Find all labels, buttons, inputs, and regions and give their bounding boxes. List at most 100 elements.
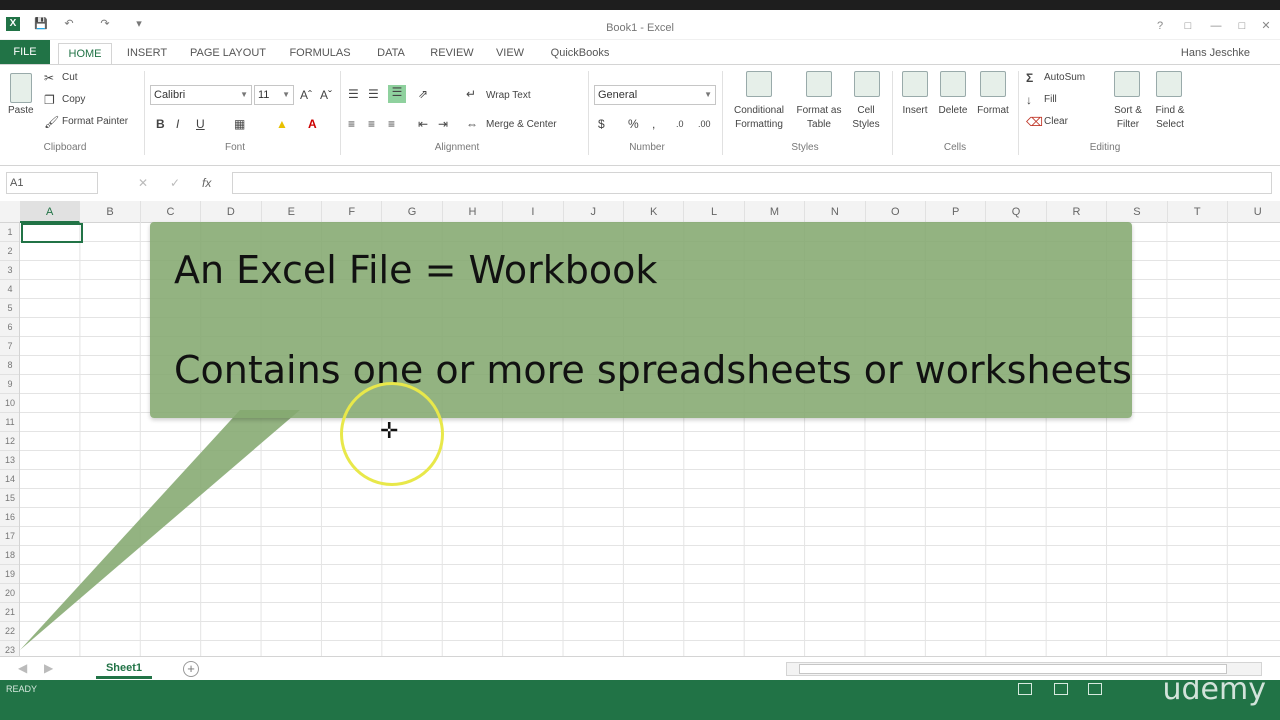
align-center-icon[interactable]: ≡ bbox=[368, 117, 375, 131]
column-header[interactable]: M bbox=[745, 201, 806, 223]
column-header[interactable]: B bbox=[80, 201, 141, 223]
align-middle-icon[interactable]: ☰ bbox=[368, 87, 379, 101]
cut-button[interactable]: Cut bbox=[62, 72, 78, 83]
insert-cells-button[interactable]: Insert bbox=[900, 105, 930, 116]
column-header[interactable]: D bbox=[201, 201, 262, 223]
grow-font-icon[interactable]: Aˆ bbox=[300, 88, 312, 102]
column-header[interactable]: T bbox=[1168, 201, 1228, 223]
delete-cells-icon[interactable] bbox=[940, 71, 966, 97]
row-header[interactable]: 3 bbox=[0, 261, 19, 280]
row-header[interactable]: 8 bbox=[0, 356, 19, 375]
decrease-decimal-icon[interactable]: .00 bbox=[698, 117, 711, 131]
align-right-icon[interactable]: ≡ bbox=[388, 117, 395, 131]
increase-indent-icon[interactable]: ⇥ bbox=[438, 117, 448, 131]
font-name-select[interactable]: Calibri ▼ bbox=[150, 85, 252, 105]
column-header[interactable]: A bbox=[20, 201, 81, 223]
sort-filter-icon[interactable] bbox=[1114, 71, 1140, 97]
bold-button[interactable]: B bbox=[156, 117, 165, 131]
paste-button[interactable]: Paste bbox=[8, 105, 34, 116]
column-header[interactable]: C bbox=[141, 201, 202, 223]
row-header[interactable]: 5 bbox=[0, 299, 19, 318]
column-header[interactable]: H bbox=[443, 201, 504, 223]
column-header[interactable]: U bbox=[1228, 201, 1280, 223]
column-header[interactable]: R bbox=[1047, 201, 1108, 223]
row-header[interactable]: 2 bbox=[0, 242, 19, 261]
scroll-right-icon[interactable]: ▶ bbox=[44, 661, 53, 675]
row-header[interactable]: 4 bbox=[0, 280, 19, 299]
add-sheet-icon[interactable]: + bbox=[183, 661, 199, 677]
autosum-button[interactable]: AutoSum bbox=[1044, 72, 1085, 83]
minimize-icon[interactable]: — bbox=[1206, 18, 1226, 34]
format-as-table-icon[interactable] bbox=[806, 71, 832, 97]
column-header[interactable]: S bbox=[1107, 201, 1168, 223]
find-select-button[interactable]: Find & bbox=[1150, 105, 1190, 116]
column-header[interactable]: F bbox=[322, 201, 383, 223]
format-painter-button[interactable]: Format Painter bbox=[62, 116, 128, 127]
column-header[interactable]: Q bbox=[986, 201, 1047, 223]
format-cells-icon[interactable] bbox=[980, 71, 1006, 97]
tab-quickbooks[interactable]: QuickBooks bbox=[544, 43, 616, 64]
page-break-view-icon[interactable] bbox=[1088, 683, 1102, 695]
tab-insert[interactable]: INSERT bbox=[122, 43, 172, 64]
tab-data[interactable]: DATA bbox=[368, 43, 414, 64]
user-name[interactable]: Hans Jeschke bbox=[1181, 47, 1250, 59]
align-left-icon[interactable]: ≡ bbox=[348, 117, 355, 131]
merge-center-button[interactable]: Merge & Center bbox=[486, 119, 557, 130]
increase-decimal-icon[interactable]: .0 bbox=[676, 117, 684, 131]
orientation-icon[interactable]: ⇗ bbox=[418, 87, 428, 101]
align-top-icon[interactable]: ☰ bbox=[348, 87, 359, 101]
column-header[interactable]: L bbox=[684, 201, 745, 223]
name-box[interactable]: A1 bbox=[6, 172, 98, 194]
sheet-tab-sheet1[interactable]: Sheet1 bbox=[96, 657, 152, 679]
font-color-icon[interactable]: A bbox=[308, 117, 317, 131]
conditional-formatting-icon[interactable] bbox=[746, 71, 772, 97]
percent-button[interactable]: % bbox=[628, 117, 639, 131]
column-header[interactable]: J bbox=[564, 201, 624, 223]
row-header[interactable]: 1 bbox=[0, 223, 19, 242]
sort-filter-button[interactable]: Sort & bbox=[1108, 105, 1148, 116]
tab-page-layout[interactable]: PAGE LAYOUT bbox=[184, 43, 272, 64]
italic-button[interactable]: I bbox=[176, 117, 179, 131]
column-header[interactable]: P bbox=[926, 201, 987, 223]
format-cells-button[interactable]: Format bbox=[974, 105, 1012, 116]
conditional-formatting-button[interactable]: Conditional bbox=[728, 105, 790, 116]
clear-button[interactable]: Clear bbox=[1044, 116, 1068, 127]
tab-formulas[interactable]: FORMULAS bbox=[284, 43, 356, 64]
row-header[interactable]: 7 bbox=[0, 337, 19, 356]
page-layout-view-icon[interactable] bbox=[1054, 683, 1068, 695]
column-header[interactable]: K bbox=[624, 201, 685, 223]
insert-function-button[interactable]: fx bbox=[202, 176, 211, 190]
decrease-indent-icon[interactable]: ⇤ bbox=[418, 117, 428, 131]
column-header[interactable]: O bbox=[866, 201, 926, 223]
borders-icon[interactable]: ▦ bbox=[234, 117, 245, 131]
help-icon[interactable]: ? bbox=[1150, 18, 1170, 34]
formula-input[interactable] bbox=[232, 172, 1272, 194]
find-select-icon[interactable] bbox=[1156, 71, 1182, 97]
align-bottom-icon[interactable]: ☰ bbox=[388, 85, 406, 103]
delete-cells-button[interactable]: Delete bbox=[936, 105, 970, 116]
maximize-icon[interactable]: □ bbox=[1232, 18, 1252, 34]
column-header[interactable]: I bbox=[503, 201, 564, 223]
tab-review[interactable]: REVIEW bbox=[424, 43, 480, 64]
cell-styles-button[interactable]: Cell bbox=[848, 105, 884, 116]
shrink-font-icon[interactable]: Aˇ bbox=[320, 88, 332, 102]
row-header[interactable]: 6 bbox=[0, 318, 19, 337]
currency-button[interactable]: $ bbox=[598, 117, 605, 131]
row-header[interactable]: 9 bbox=[0, 375, 19, 394]
cell-styles-icon[interactable] bbox=[854, 71, 880, 97]
tab-view[interactable]: VIEW bbox=[490, 43, 530, 64]
tab-home[interactable]: HOME bbox=[58, 43, 112, 64]
tab-file[interactable]: FILE bbox=[0, 40, 50, 64]
close-icon[interactable]: ✕ bbox=[1256, 18, 1276, 34]
cancel-entry-icon[interactable]: ✕ bbox=[138, 176, 148, 190]
wrap-text-button[interactable]: Wrap Text bbox=[486, 90, 531, 101]
fill-button[interactable]: Fill bbox=[1044, 94, 1057, 105]
number-format-select[interactable]: General ▼ bbox=[594, 85, 716, 105]
fill-color-icon[interactable]: ▲ bbox=[276, 117, 288, 131]
font-size-select[interactable]: 11 ▼ bbox=[254, 85, 294, 105]
ribbon-display-icon[interactable]: □ bbox=[1178, 18, 1198, 34]
copy-button[interactable]: Copy bbox=[62, 94, 85, 105]
column-header[interactable]: G bbox=[382, 201, 443, 223]
insert-cells-icon[interactable] bbox=[902, 71, 928, 97]
format-as-table-button[interactable]: Format as bbox=[792, 105, 846, 116]
